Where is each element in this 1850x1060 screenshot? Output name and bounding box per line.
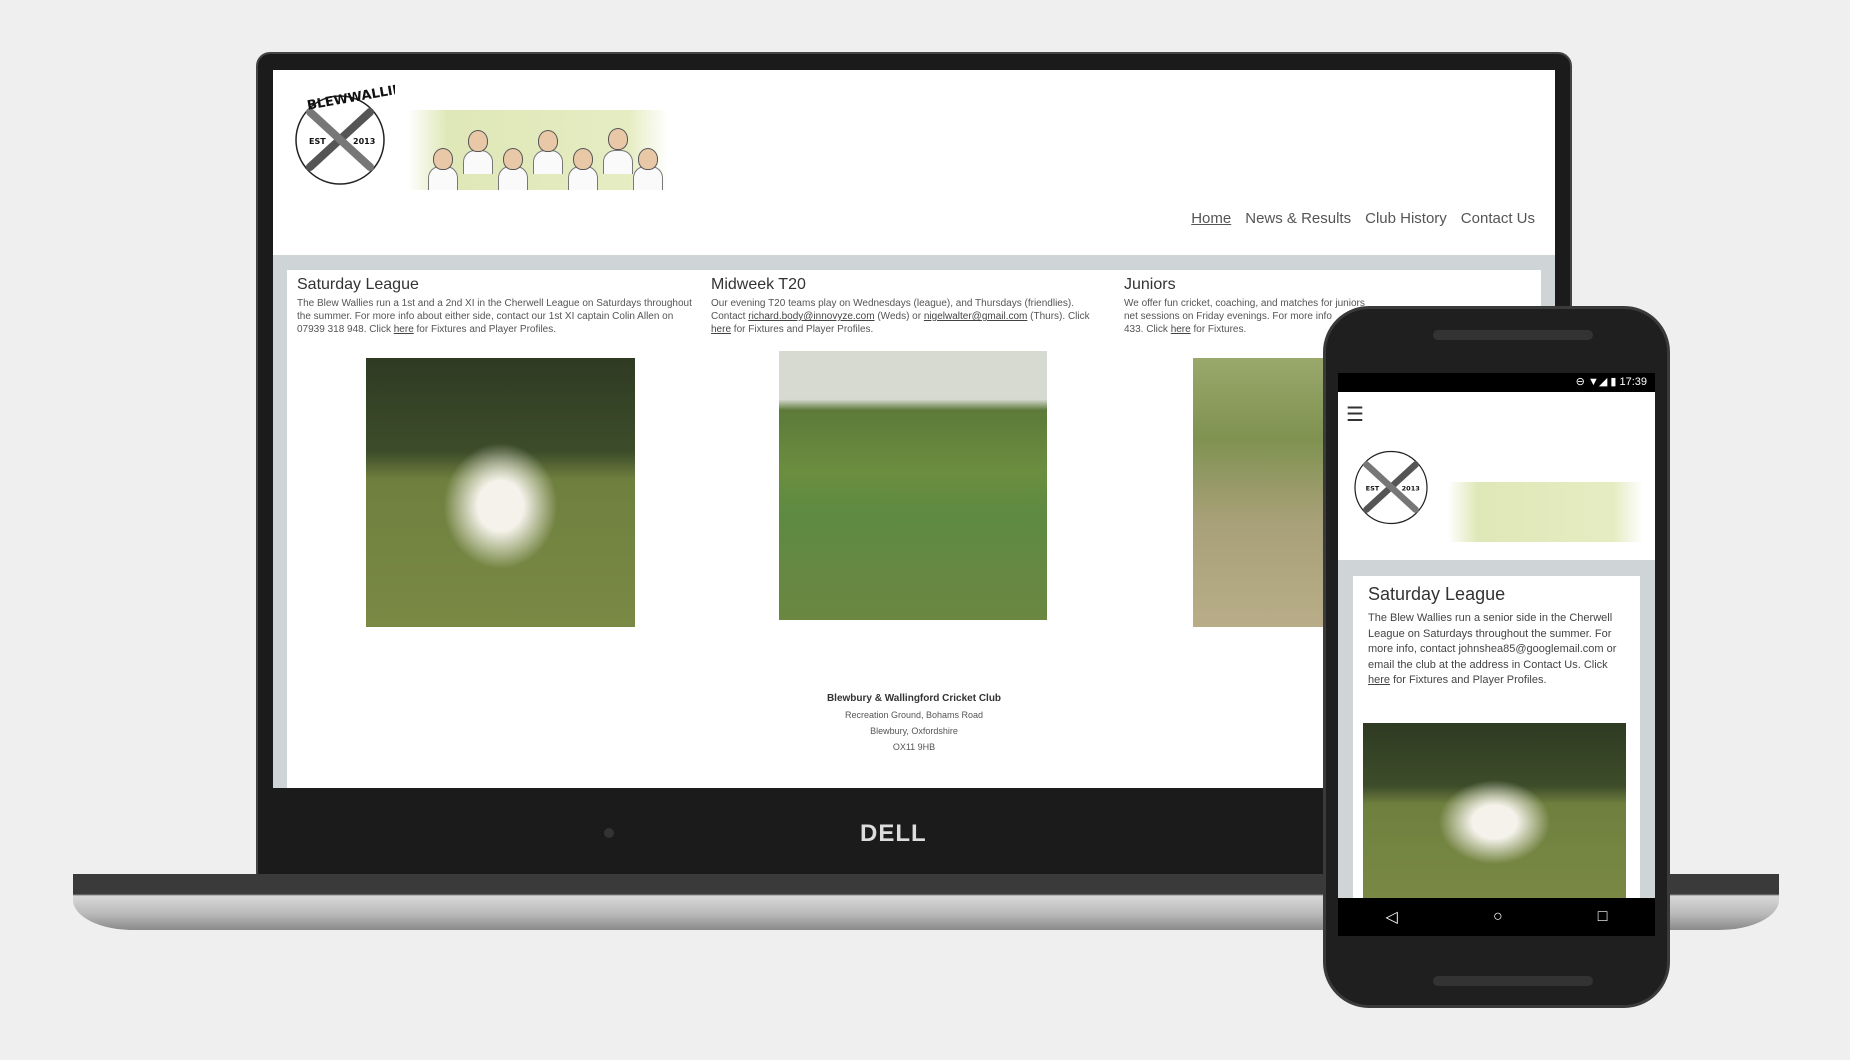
svg-text:2013: 2013 (1402, 485, 1421, 493)
email-link[interactable]: richard.body@innovyze.com (748, 311, 874, 322)
mobile-header: ☰ EST 2013 (1338, 392, 1655, 560)
phone-speaker (1433, 976, 1593, 986)
section-title: Saturday League (297, 276, 419, 293)
section-title: Midweek T20 (711, 276, 806, 293)
webcam (604, 828, 614, 838)
main-nav: Home News & Results Club History Contact… (1191, 210, 1535, 227)
section-text: The Blew Wallies run a 1st and a 2nd XI … (297, 298, 692, 335)
address-line: Recreation Ground, Bohams Road (844, 710, 984, 720)
fixtures-link[interactable]: here (394, 324, 414, 335)
status-time: 17:39 (1619, 376, 1647, 388)
nav-home[interactable]: Home (1191, 210, 1231, 227)
nav-contact-us[interactable]: Contact Us (1461, 210, 1535, 227)
nav-club-history[interactable]: Club History (1365, 210, 1447, 227)
t20-match-photo (779, 351, 1047, 620)
saturday-team-photo (366, 358, 635, 627)
team-cartoon-image (1448, 482, 1643, 542)
nav-news-results[interactable]: News & Results (1245, 210, 1351, 227)
back-icon[interactable]: ◁ (1386, 907, 1398, 927)
address-line: Blewbury, Oxfordshire (870, 726, 958, 736)
fixtures-link[interactable]: here (1171, 324, 1191, 335)
card-text: The Blew Wallies run a senior side in th… (1368, 612, 1617, 686)
mobile-card-saturday-league: Saturday League The Blew Wallies run a s… (1353, 576, 1640, 936)
fixtures-link[interactable]: here (711, 324, 731, 335)
status-icons: ⊖ ▼◢ ▮ (1575, 376, 1620, 388)
dell-logo: DELL (860, 820, 927, 847)
email-link[interactable]: nigelwalter@gmail.com (924, 311, 1028, 322)
home-icon[interactable]: ○ (1493, 908, 1503, 926)
status-bar: ⊖ ▼◢ ▮ 17:39 (1338, 373, 1655, 392)
site-header: BLEWWALLIES EST 2013 Home News & Results… (273, 70, 1555, 255)
club-name: Blewbury & Wallingford Cricket Club (826, 693, 1002, 704)
fixtures-link[interactable]: here (1368, 674, 1390, 686)
card-title: Saturday League (1368, 584, 1506, 604)
club-logo[interactable]: EST 2013 (1346, 440, 1436, 530)
svg-text:2013: 2013 (353, 137, 375, 146)
section-saturday-league: Saturday League The Blew Wallies run a 1… (297, 276, 697, 336)
club-logo[interactable]: BLEWWALLIES EST 2013 (285, 82, 395, 192)
address-postcode: OX11 9HB (892, 742, 936, 752)
phone-screen: ⊖ ▼◢ ▮ 17:39 ☰ EST 2013 Saturday League … (1338, 373, 1655, 936)
hamburger-icon[interactable]: ☰ (1346, 402, 1364, 427)
svg-text:EST: EST (309, 137, 326, 146)
svg-text:EST: EST (1366, 485, 1380, 493)
team-cartoon-image (408, 110, 668, 190)
android-nav-bar: ◁ ○ □ (1338, 898, 1655, 936)
phone-speaker (1433, 330, 1593, 340)
section-title: Juniors (1124, 276, 1176, 293)
section-text: Our evening T20 teams play on Wednesdays… (711, 298, 1090, 335)
section-midweek-t20: Midweek T20 Our evening T20 teams play o… (711, 276, 1111, 336)
recents-icon[interactable]: □ (1598, 908, 1608, 926)
saturday-team-photo (1363, 723, 1626, 903)
svg-text:BLEWWALLIES: BLEWWALLIES (306, 82, 395, 114)
